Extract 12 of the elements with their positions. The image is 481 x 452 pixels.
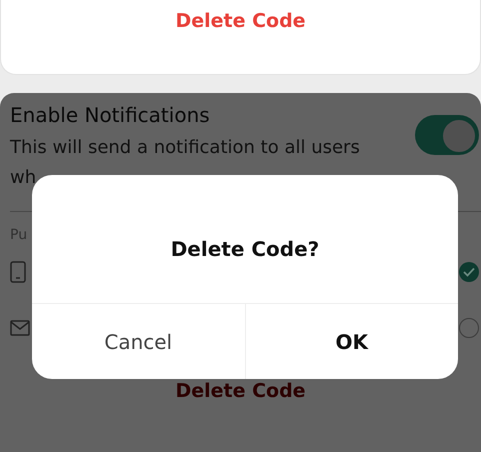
check-circle-icon[interactable] — [459, 262, 479, 282]
phone-icon — [10, 261, 26, 283]
setting-title: Enable Notifications — [10, 102, 211, 129]
dialog-title: Delete Code? — [170, 236, 320, 261]
dialog-button[interactable]: OK — [244, 304, 458, 379]
dialog-button[interactable]: Cancel — [32, 304, 244, 379]
setting-description-cut: wh — [10, 166, 38, 190]
setting-description: This will send a notification to all users — [10, 136, 360, 160]
radio-circle-icon[interactable] — [459, 318, 479, 338]
notifications-toggle[interactable] — [415, 115, 479, 155]
delete-code-button[interactable]: Delete Code — [169, 8, 312, 34]
mail-icon — [10, 320, 30, 336]
